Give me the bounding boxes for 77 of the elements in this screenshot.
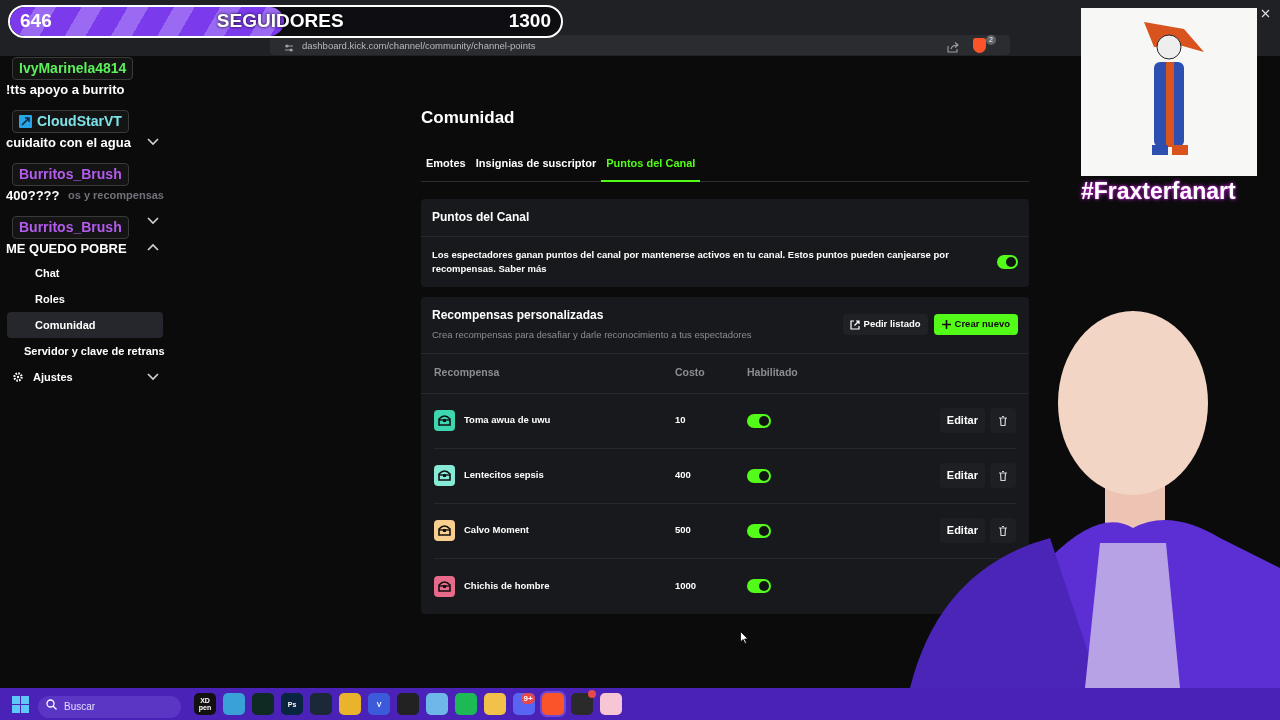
toggle-switch[interactable] [997,254,1018,269]
column-header: Costo [675,365,706,381]
delete-button[interactable] [990,463,1016,488]
card-subtitle: Crea recompensas para desafiar y darle reconocimiento a tus espectadores [432,328,752,343]
reward-cost: 500 [675,523,692,538]
sidebar-item[interactable]: Comunidad [7,312,163,338]
delete-button[interactable] [990,408,1016,433]
notification-badge: 9+ [521,693,535,704]
tab[interactable]: Puntos del Canal [601,153,701,182]
app-icon[interactable]: 9+ [513,693,535,715]
trash-icon [999,415,1007,426]
create-button[interactable]: Crear nuevo [933,314,1018,335]
reward-cost: 10 [675,413,687,428]
chevron-down-icon[interactable] [147,217,159,225]
card-title: Recompensas personalizadas [432,307,605,325]
chat-message: cuidaito con el agua [6,134,131,152]
delete-button[interactable] [990,518,1016,543]
app-icon[interactable] [339,693,361,715]
reward-name: Chichis de hombre [464,578,550,593]
sidebar-item[interactable]: Roles [7,286,163,312]
app-icon[interactable] [484,693,506,715]
app-icon[interactable] [455,693,477,715]
sidebar-item[interactable]: Servidor y clave de retrans [24,342,165,360]
request-list-button[interactable]: Pedir listado [842,314,928,335]
trash-icon [999,470,1007,481]
sidebar-item[interactable]: Ajustes [13,368,73,386]
toggle-switch[interactable] [747,413,771,428]
edit-button[interactable]: Editar [939,408,985,433]
start-icon[interactable] [12,695,29,713]
reward-cost: 1000 [675,578,698,593]
chat-username: Burritos_Brush [12,216,129,239]
toggle-switch[interactable] [747,468,771,483]
app-icon[interactable] [426,693,448,715]
toggle-switch[interactable] [747,523,771,538]
sliders-icon[interactable] [284,43,294,53]
page-title: Comunidad [421,108,516,128]
url-text: dashboard.kick.com/channel/community/channel-points [302,38,537,53]
chat-message: 400???? [6,187,60,205]
app-icon[interactable] [571,693,593,715]
mouse-cursor-icon [740,631,749,644]
tab[interactable]: Insignias de suscriptor [470,153,602,182]
chat-username: Burritos_Brush [12,163,129,186]
chevron-down-icon[interactable] [147,373,159,381]
chat-username: IvyMarinela4814 [12,57,134,80]
plus-icon [941,320,951,329]
toggle-switch[interactable] [747,579,771,593]
shield-button[interactable] [973,38,986,53]
sidebar-item[interactable]: Chat [7,260,163,286]
edit-button[interactable]: Editar [939,463,985,488]
goal-current: 646 [20,9,52,34]
chevron-down-icon[interactable] [147,138,159,146]
search-icon [46,698,57,710]
close-icon[interactable] [1261,9,1270,18]
description-text: Los espectadores ganan puntos del canal por mantenerse activos en tu canal. Estos puntos pueden canjearse por recompensas. Saber más [432,247,950,276]
chat-message: ME QUEDO POBRE [6,240,127,258]
gear-icon [13,372,23,382]
reward-name: Toma awua de uwu [464,413,551,428]
reward-name: Calvo Moment [464,523,529,538]
trash-icon [999,525,1007,536]
search-field[interactable]: Buscar [38,695,181,718]
app-icon[interactable] [223,693,245,715]
card-title: Puntos del Canal [432,209,530,226]
chat-message: !tts apoyo a burrito [6,81,125,99]
column-header: Recompensa [434,365,501,381]
tab[interactable]: Emotes [421,153,471,182]
external-link-icon [849,319,860,330]
app-icon[interactable] [600,693,622,715]
sidebar-item[interactable]: os y recompensas [68,186,164,204]
edit-button[interactable]: Editar [939,518,985,543]
reward-cost: 400 [675,468,692,483]
chevron-up-icon[interactable] [147,243,159,251]
reward-name: Lentecitos sepsis [464,468,544,483]
goal-target: 1300 [508,9,551,34]
column-header: Habilitado [747,365,798,381]
share-icon[interactable] [947,42,959,53]
chat-username: CloudStarVT [12,110,129,133]
fanart-caption: #Fraxterfanart [1081,177,1236,206]
